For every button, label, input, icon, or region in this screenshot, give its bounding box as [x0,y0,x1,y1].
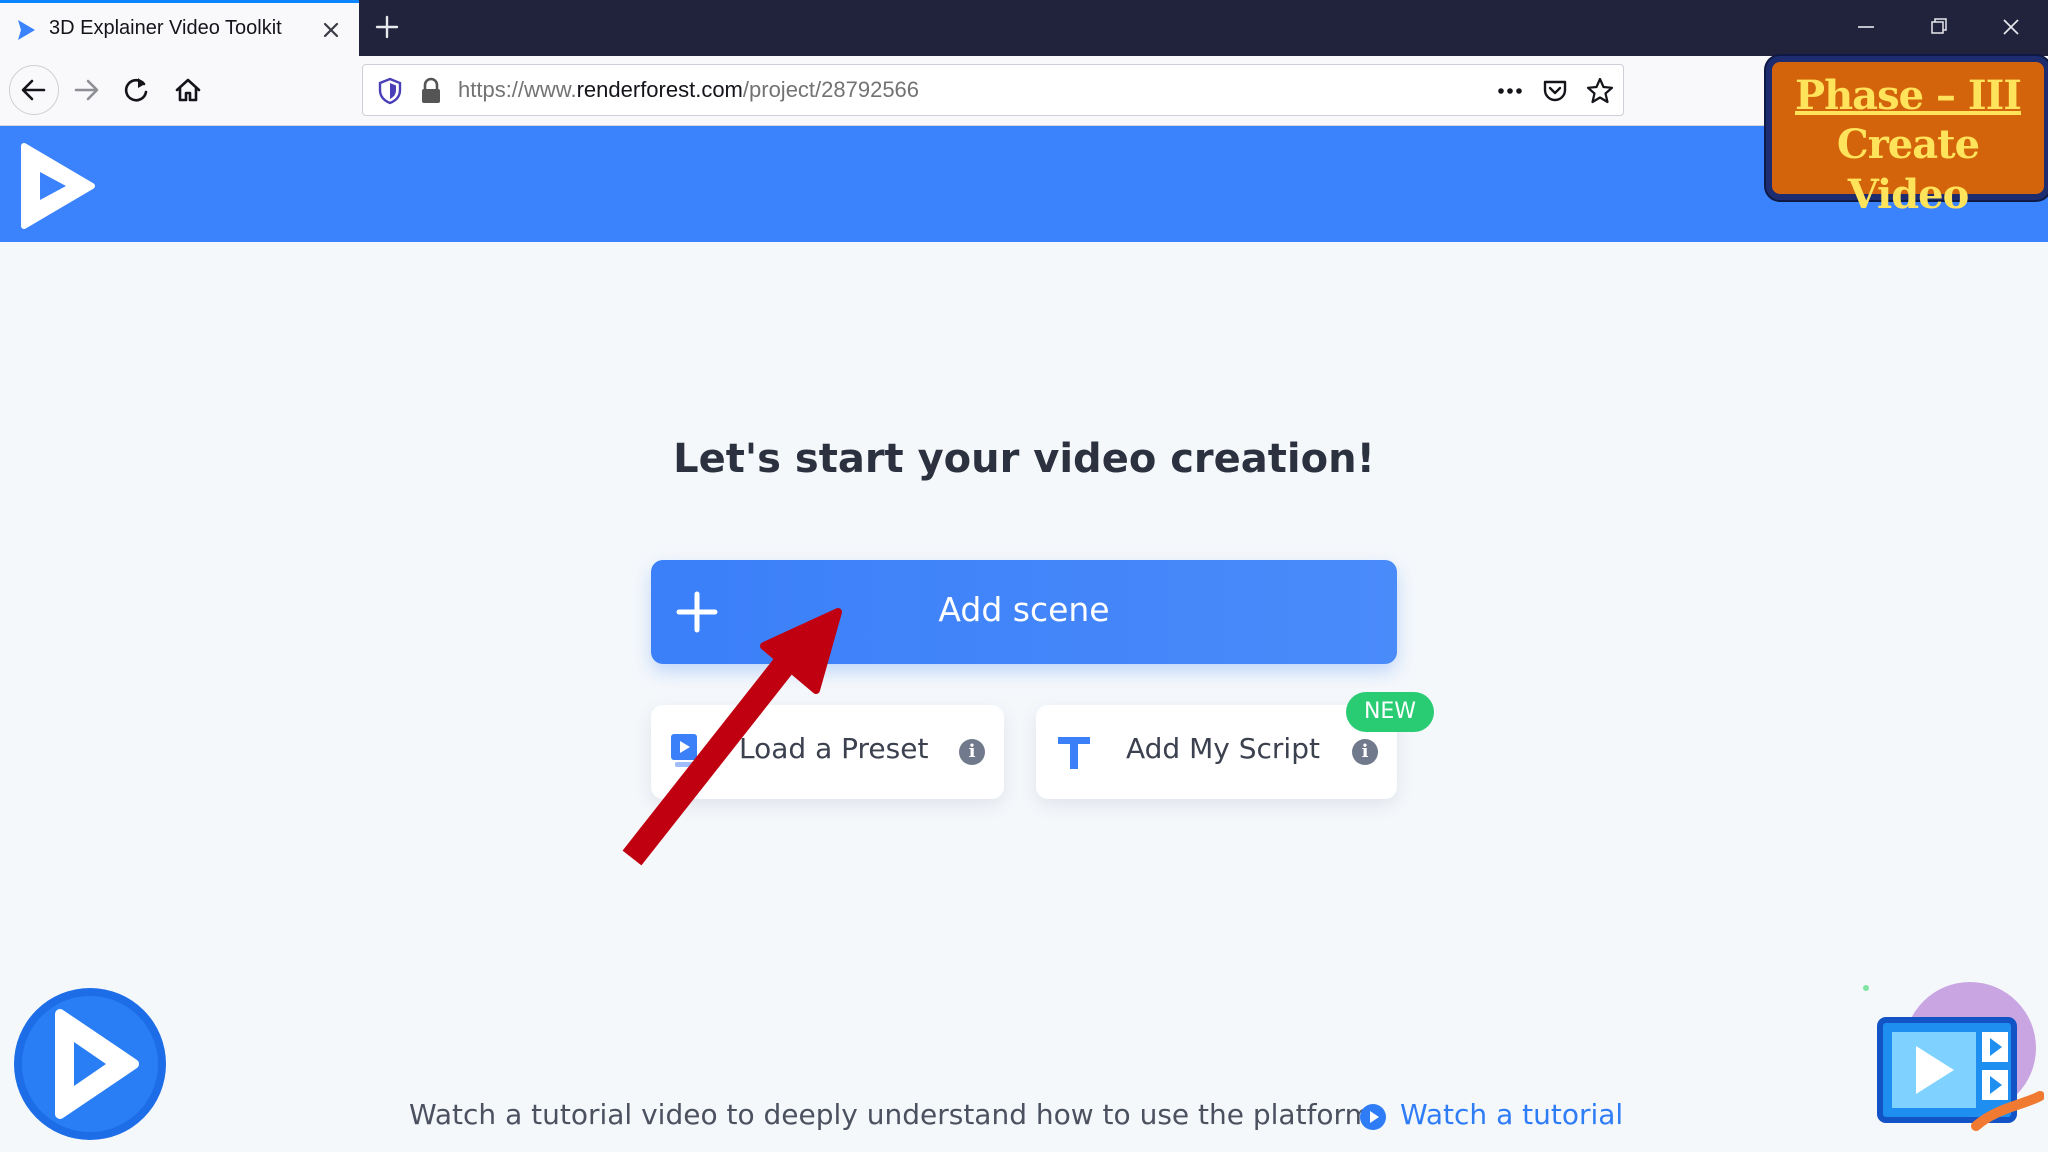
renderforest-corner-logo-icon [14,988,166,1140]
renderforest-favicon-icon [18,20,35,40]
url-domain: renderforest.com [576,77,743,102]
page-headline: Let's start your video creation! [673,436,1375,482]
close-window-icon[interactable] [1993,12,2029,42]
url-path: /project/28792566 [742,77,920,102]
phase-title: Phase – III [1794,72,2022,119]
browser-tab-bar: 3D Explainer Video Toolkit [0,0,2048,56]
text-script-icon [1058,737,1090,769]
phase-badge: Phase – III Create Video [1766,56,2048,218]
app-header [0,126,2048,242]
bookmark-star-icon[interactable] [1585,76,1615,106]
browser-nav-bar: https://www.renderforest.com/project/287… [0,56,2048,126]
page-actions-more-icon[interactable] [1495,77,1525,105]
tutorial-description: Watch a tutorial video to deeply underst… [409,1098,1372,1131]
browser-tab[interactable]: 3D Explainer Video Toolkit [0,0,359,56]
restore-window-icon[interactable] [1920,12,1956,42]
load-preset-label: Load a Preset [739,732,929,765]
tab-title: 3D Explainer Video Toolkit [49,17,282,39]
add-scene-label: Add scene [938,590,1110,629]
renderforest-logo-icon[interactable] [18,140,98,232]
video-player-illustration-icon [1863,982,2044,1131]
play-circle-icon [1360,1104,1386,1130]
reload-icon[interactable] [114,68,158,112]
url-prefix: https://www. [458,77,577,102]
new-badge: NEW [1346,692,1434,732]
preset-video-icon [671,734,701,767]
add-my-script-label: Add My Script [1126,732,1320,765]
pocket-icon[interactable] [1541,76,1569,106]
back-button[interactable] [9,65,59,115]
new-tab-plus-icon[interactable] [372,12,402,42]
back-arrow-icon [21,79,46,101]
info-icon[interactable]: i [959,739,985,765]
add-my-script-button[interactable]: Add My Script i [1036,705,1397,799]
lock-icon[interactable] [419,77,443,105]
info-icon[interactable]: i [1352,739,1378,765]
address-bar[interactable]: https://www.renderforest.com/project/287… [362,64,1624,116]
watch-tutorial-label: Watch a tutorial [1400,1098,1624,1131]
add-scene-button[interactable]: Add scene [651,560,1397,664]
tracking-protection-shield-icon[interactable] [377,77,403,105]
load-preset-button[interactable]: Load a Preset i [651,705,1004,799]
phase-subtitle: Create Video [1836,121,1980,218]
close-tab-icon[interactable] [318,17,344,43]
forward-arrow-icon[interactable] [64,68,108,112]
url-text[interactable]: https://www.renderforest.com/project/287… [458,77,919,103]
minimize-window-icon[interactable] [1848,12,1884,42]
home-icon[interactable] [166,68,210,112]
